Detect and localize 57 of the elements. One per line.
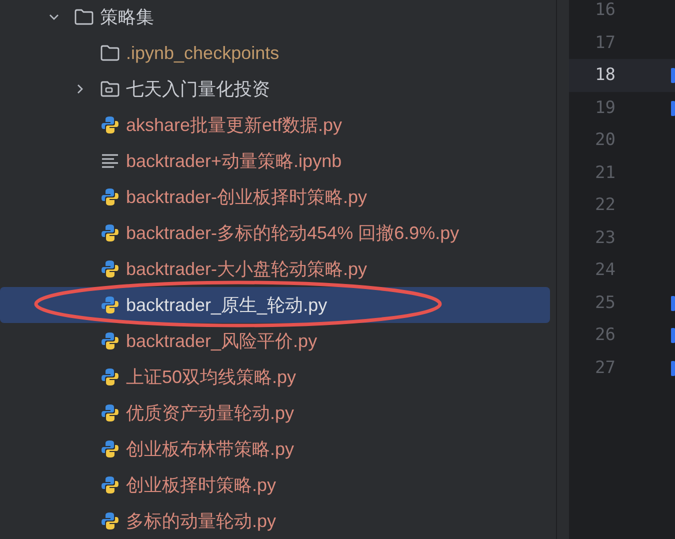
tree-item[interactable]: backtrader_原生_轮动.py bbox=[0, 287, 550, 323]
python-icon bbox=[100, 439, 120, 459]
file-name: 创业板布林带策略.py bbox=[126, 438, 294, 461]
file-name: backtrader-多标的轮动454% 回撤6.9%.py bbox=[126, 222, 460, 245]
lines-icon bbox=[100, 153, 120, 169]
file-name: 七天入门量化投资 bbox=[126, 78, 270, 101]
line-number: 26 bbox=[569, 319, 675, 352]
python-icon bbox=[100, 115, 120, 135]
python-icon bbox=[100, 475, 120, 495]
file-name: 优质资产动量轮动.py bbox=[126, 402, 294, 425]
line-number: 16 bbox=[594, 0, 616, 22]
python-icon bbox=[100, 367, 120, 387]
tree-item[interactable]: 多标的动量轮动.py bbox=[0, 503, 550, 539]
python-icon bbox=[100, 187, 120, 207]
file-name: 创业板择时策略.py bbox=[126, 474, 276, 497]
tree-item[interactable]: 上证50双均线策略.py bbox=[0, 359, 550, 395]
line-number: 19 bbox=[569, 92, 675, 124]
line-number: 22 bbox=[594, 194, 616, 218]
tree-item[interactable]: backtrader_风险平价.py bbox=[0, 323, 550, 359]
tree-item[interactable]: akshare批量更新etf数据.py bbox=[0, 107, 550, 143]
line-number: 24 bbox=[594, 259, 616, 282]
tree-item[interactable]: backtrader-大小盘轮动策略.py bbox=[0, 251, 550, 287]
tree-item[interactable]: backtrader-创业板择时策略.py bbox=[0, 179, 550, 215]
folder-icon bbox=[74, 8, 94, 26]
folder-icon bbox=[100, 44, 120, 62]
file-name: 多标的动量轮动.py bbox=[126, 510, 276, 533]
tree-item[interactable]: 策略集 bbox=[0, 0, 550, 35]
tree-item[interactable]: backtrader-多标的轮动454% 回撤6.9%.py bbox=[0, 215, 550, 251]
line-number: 21 bbox=[594, 162, 616, 185]
python-icon bbox=[100, 295, 120, 315]
file-name: akshare批量更新etf数据.py bbox=[126, 114, 342, 137]
file-name: backtrader-创业板择时策略.py bbox=[126, 186, 368, 209]
tree-item[interactable]: 优质资产动量轮动.py bbox=[0, 395, 550, 431]
line-number: 18 bbox=[569, 59, 675, 92]
tree-item[interactable]: 创业板布林带策略.py bbox=[0, 431, 550, 467]
file-name: backtrader+动量策略.ipynb bbox=[126, 150, 342, 173]
python-icon bbox=[100, 259, 120, 279]
line-number: 25 bbox=[569, 286, 675, 319]
python-icon bbox=[100, 403, 120, 423]
tree-item[interactable]: 创业板择时策略.py bbox=[0, 467, 550, 503]
file-name: backtrader-大小盘轮动策略.py bbox=[126, 258, 368, 281]
file-name: 策略集 bbox=[100, 6, 154, 29]
file-name: 上证50双均线策略.py bbox=[126, 366, 296, 389]
file-name: backtrader_原生_轮动.py bbox=[126, 294, 328, 317]
tree-item[interactable]: .ipynb_checkpoints bbox=[0, 35, 550, 71]
line-number: 17 bbox=[594, 32, 616, 55]
python-icon bbox=[100, 223, 120, 243]
package-folder-icon bbox=[100, 80, 120, 98]
tree-item[interactable]: backtrader+动量策略.ipynb bbox=[0, 143, 550, 179]
python-icon bbox=[100, 331, 120, 351]
tree-item[interactable]: 七天入门量化投资 bbox=[0, 71, 550, 107]
python-icon bbox=[100, 511, 120, 531]
line-number: 23 bbox=[594, 226, 616, 250]
file-name: .ipynb_checkpoints bbox=[126, 42, 280, 64]
file-name: backtrader_风险平价.py bbox=[126, 330, 318, 353]
line-number: 27 bbox=[569, 352, 675, 384]
line-number: 20 bbox=[594, 129, 616, 152]
